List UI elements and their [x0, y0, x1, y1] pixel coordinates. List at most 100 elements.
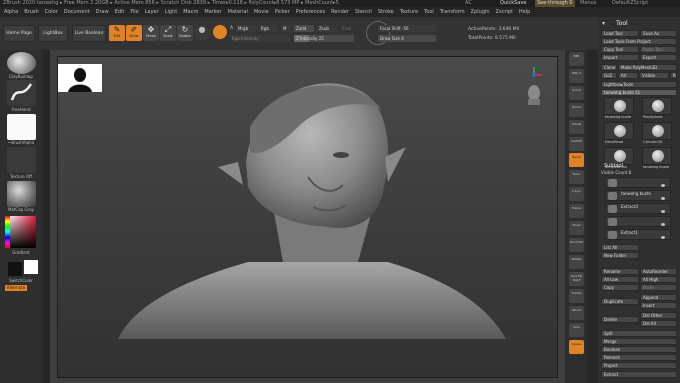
- menu-edit[interactable]: Edit: [115, 9, 125, 15]
- secondary-color-swatch[interactable]: [8, 262, 22, 276]
- menu-transform[interactable]: Transform: [440, 9, 465, 15]
- alpha-icon[interactable]: [7, 114, 36, 140]
- mrgb-toggle[interactable]: Mrgb: [236, 25, 256, 32]
- all-low-button[interactable]: All Low: [601, 276, 639, 283]
- shelf-ghost-button[interactable]: Ghost: [569, 306, 584, 320]
- subtool-row[interactable]: tanwehg buste: [605, 190, 671, 201]
- shelf-rotate-button[interactable]: Rotate: [569, 255, 584, 269]
- menu-zscript[interactable]: Zscript: [496, 9, 513, 15]
- paste-tool-button[interactable]: Paste Tool: [640, 46, 677, 53]
- visibility-eye-icon[interactable]: [661, 197, 665, 200]
- a-label[interactable]: A: [230, 26, 233, 31]
- copy-tool-button[interactable]: Copy Tool: [601, 46, 639, 53]
- menus-button[interactable]: Menus: [580, 0, 596, 7]
- remesh-button[interactable]: Remesh: [601, 354, 677, 361]
- visibility-eye-icon[interactable]: [661, 236, 665, 239]
- shelf-zoom-button[interactable]: Zoom: [569, 103, 584, 117]
- export-button[interactable]: Export: [640, 54, 677, 61]
- menu-movie[interactable]: Movie: [254, 9, 269, 15]
- visibility-eye-icon[interactable]: [661, 223, 665, 226]
- visible-count-slider[interactable]: Visible Count 8: [601, 170, 631, 175]
- visibility-eye-icon[interactable]: [661, 210, 665, 213]
- brush-icon[interactable]: [7, 52, 36, 74]
- draw-size-slider[interactable]: Draw Size 4: [378, 35, 436, 42]
- subtool-row[interactable]: [605, 177, 671, 188]
- shelf-scroll-button[interactable]: Scroll: [569, 86, 584, 100]
- tool-thumb-3[interactable]: [642, 122, 672, 140]
- material-sphere-icon[interactable]: ●: [194, 25, 210, 41]
- mrgb-circle-icon[interactable]: [213, 25, 227, 39]
- load-tools-from-project-button[interactable]: Load Tools From Project: [601, 38, 677, 45]
- menu-stroke[interactable]: Stroke: [378, 9, 394, 15]
- switchcolor-button[interactable]: SwitchColor: [0, 278, 42, 283]
- menu-render[interactable]: Render: [331, 9, 349, 15]
- tool-thumb-1[interactable]: [642, 97, 672, 115]
- rgb-toggle[interactable]: Rgb: [259, 25, 277, 32]
- zsub-toggle[interactable]: Zsub: [317, 25, 337, 32]
- menu-preferences[interactable]: Preferences: [296, 9, 325, 15]
- rename-button[interactable]: Rename: [601, 268, 639, 275]
- tool-palette-title[interactable]: Tool: [616, 20, 628, 27]
- shelf-actual-button[interactable]: Actual: [569, 120, 584, 134]
- home-page-button[interactable]: Home Page: [3, 25, 35, 42]
- zcut-toggle[interactable]: Zcut: [340, 25, 358, 32]
- append-button[interactable]: Append: [640, 294, 677, 301]
- goz-visible-button[interactable]: Visible: [639, 72, 669, 79]
- m-toggle[interactable]: M: [281, 25, 291, 32]
- shelf-l-sym-button[interactable]: L.Sym: [569, 187, 584, 201]
- boolean-button[interactable]: Boolean: [601, 346, 677, 353]
- subtool-row[interactable]: Extract1: [605, 229, 671, 240]
- paste-button[interactable]: Paste: [640, 284, 677, 291]
- tool-thumb-5[interactable]: [642, 147, 672, 165]
- save-as-button[interactable]: Save As: [640, 30, 677, 37]
- all-high-button[interactable]: All High: [640, 276, 677, 283]
- import-button[interactable]: Import: [601, 54, 639, 61]
- draw-button[interactable]: ✐ Draw: [126, 25, 142, 41]
- make-polymesh3d-button[interactable]: Make PolyMesh3D: [618, 64, 677, 71]
- move-button[interactable]: ✥ Move: [143, 25, 159, 41]
- delete-button[interactable]: Delete: [601, 316, 639, 323]
- menu-color[interactable]: Color: [45, 9, 58, 15]
- menu-document[interactable]: Document: [64, 9, 90, 15]
- menu-picker[interactable]: Picker: [275, 9, 290, 15]
- navigation-gizmo[interactable]: [521, 65, 547, 110]
- shelf-frame-button[interactable]: Frame: [569, 204, 584, 218]
- subtool-row[interactable]: Extract3: [605, 203, 671, 214]
- menu-stencil[interactable]: Stencil: [355, 9, 372, 15]
- menu-draw[interactable]: Draw: [96, 9, 109, 15]
- goz-r-button[interactable]: R: [670, 72, 677, 79]
- visibility-eye-icon[interactable]: [661, 184, 665, 187]
- menu-zplugin[interactable]: Zplugin: [471, 9, 490, 15]
- shelf-floor-button[interactable]: Floor: [569, 170, 584, 184]
- copy-button[interactable]: Copy: [601, 284, 639, 291]
- subtool-row[interactable]: [605, 216, 671, 227]
- shelf-xpose-button[interactable]: Xpose: [569, 340, 584, 354]
- split-button[interactable]: Split: [601, 330, 677, 337]
- focal-shift-slider[interactable]: Focal Shift -56: [378, 25, 436, 32]
- del-all-button[interactable]: Del All: [640, 320, 677, 327]
- shelf-solo-button[interactable]: Solo: [569, 323, 584, 337]
- menu-material[interactable]: Material: [228, 9, 248, 15]
- shelf-spix-3-button[interactable]: SPix 3: [569, 69, 584, 83]
- shelf-transp-button[interactable]: Transp: [569, 289, 584, 303]
- shelf-line-fill-polyf-button[interactable]: Line Fill PolyF: [569, 272, 584, 286]
- rgb-intensity-slider[interactable]: Rgb Intensity: [230, 35, 290, 42]
- lightbox-button[interactable]: LightBox: [38, 25, 68, 42]
- menu-help[interactable]: Help: [519, 9, 530, 15]
- merge-button[interactable]: Merge: [601, 338, 677, 345]
- sculpt-bust[interactable]: [58, 57, 559, 379]
- color-picker[interactable]: [5, 216, 36, 248]
- tool-thumb-2[interactable]: [604, 122, 634, 140]
- menu-tool[interactable]: Tool: [424, 9, 434, 15]
- list-all-button[interactable]: List All: [601, 244, 639, 251]
- goz-button[interactable]: GoZ: [601, 72, 617, 79]
- menu-layer[interactable]: Layer: [145, 9, 159, 15]
- scale-button[interactable]: ⤢ Scale: [160, 25, 176, 41]
- see-through-slider[interactable]: See-through 0: [535, 0, 575, 7]
- duplicate-button[interactable]: Duplicate: [601, 298, 639, 305]
- material-icon[interactable]: [7, 181, 36, 207]
- del-other-button[interactable]: Del Other: [640, 312, 677, 319]
- hue-strip[interactable]: [5, 216, 10, 248]
- tool-thumb-0[interactable]: [604, 97, 634, 115]
- autoreorder-button[interactable]: AutoReorder: [640, 268, 677, 275]
